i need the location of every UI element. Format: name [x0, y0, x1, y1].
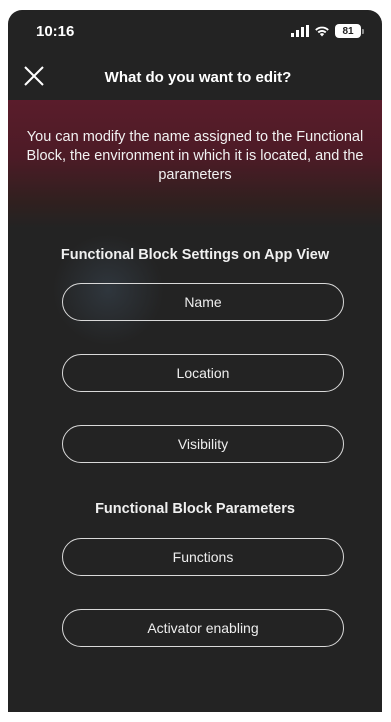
parameters-section-title: Functional Block Parameters	[95, 501, 295, 517]
status-time: 10:16	[36, 23, 75, 40]
functions-button[interactable]: Functions	[62, 538, 344, 576]
battery-nub	[362, 28, 364, 34]
location-button[interactable]: Location	[62, 354, 344, 392]
battery-icon: 81	[335, 24, 361, 38]
wifi-icon	[315, 26, 329, 37]
app-view-section-title: Functional Block Settings on App View	[60, 247, 330, 263]
activator-enabling-button[interactable]: Activator enabling	[62, 609, 344, 647]
cellular-signal-icon	[291, 25, 309, 37]
visibility-button[interactable]: Visibility	[62, 425, 344, 463]
top-bar: What do you want to edit?	[8, 54, 382, 100]
name-button[interactable]: Name	[62, 283, 344, 321]
page-title: What do you want to edit?	[104, 69, 292, 86]
status-icons: 81	[291, 24, 364, 38]
app-screen: 10:16 81 What do you want to edit? You c…	[8, 10, 382, 712]
info-banner-text: You can modify the name assigned to the …	[26, 129, 364, 183]
status-bar: 10:16 81	[8, 10, 382, 54]
info-banner: You can modify the name assigned to the …	[8, 100, 382, 228]
